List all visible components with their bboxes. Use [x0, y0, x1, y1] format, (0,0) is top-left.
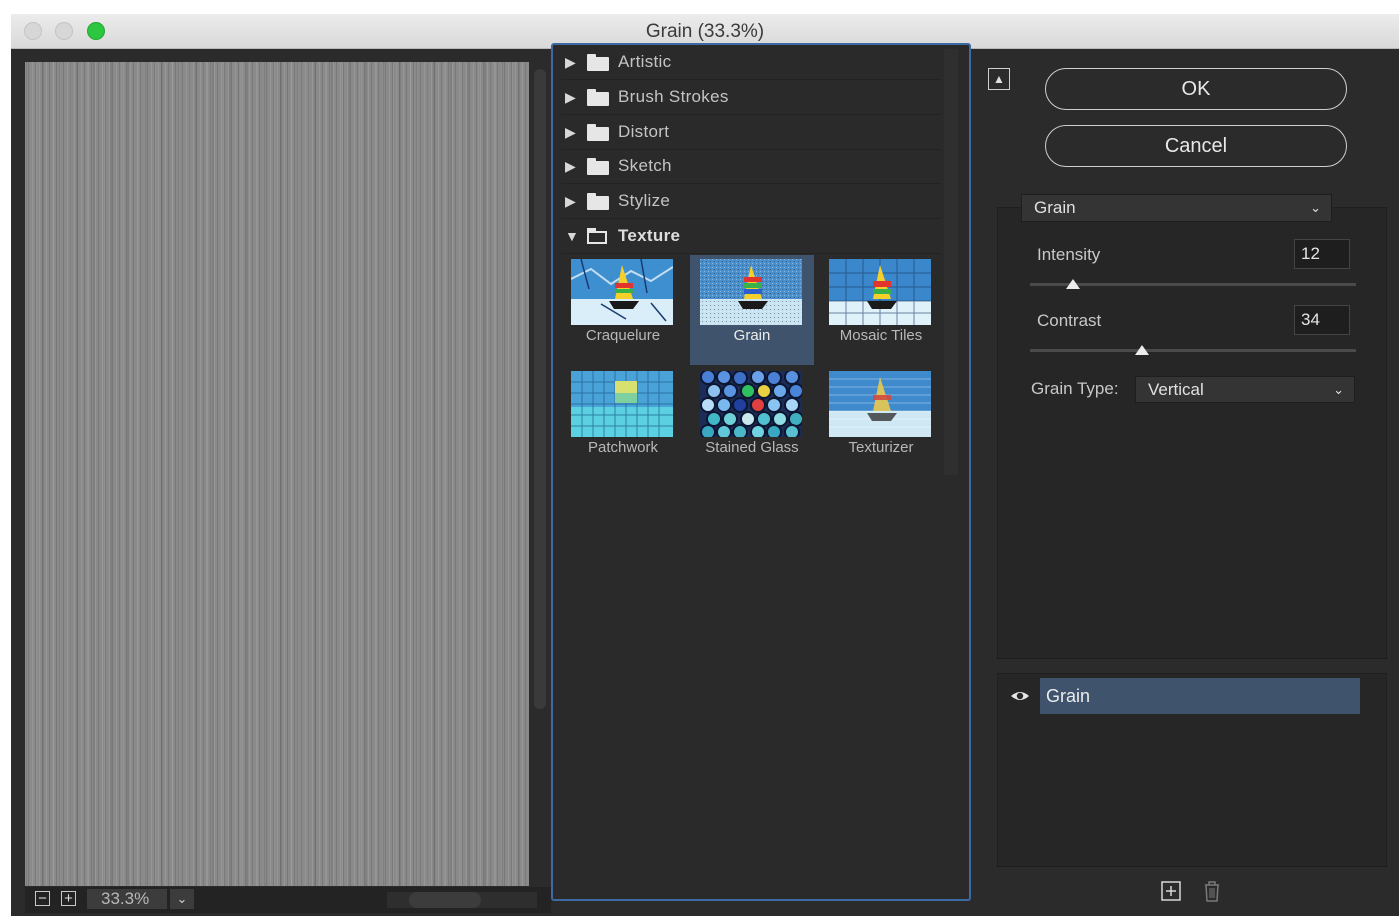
- category-label: Sketch: [618, 156, 672, 175]
- gallery-scroll-gutter: [944, 49, 958, 475]
- filter-thumb-grain[interactable]: Grain: [690, 255, 814, 365]
- grain-type-label: Grain Type:: [1031, 379, 1119, 398]
- cancel-button[interactable]: Cancel: [1045, 125, 1347, 167]
- filter-thumb-stained-glass[interactable]: Stained Glass: [690, 367, 814, 477]
- filter-select[interactable]: Grain ⌄: [1021, 194, 1332, 222]
- category-label: Texture: [618, 226, 681, 245]
- intensity-input[interactable]: 12: [1294, 239, 1350, 269]
- zoom-out-button[interactable]: −: [35, 891, 50, 906]
- filter-thumb-craquelure[interactable]: Craquelure: [561, 255, 685, 365]
- window-title: Grain (33.3%): [645, 21, 765, 42]
- preview-vertical-scrollbar[interactable]: [534, 69, 546, 709]
- filter-settings-panel: [997, 207, 1387, 659]
- filter-select-value: Grain: [1034, 198, 1076, 217]
- grain-type-select[interactable]: Vertical ⌄: [1135, 376, 1355, 403]
- folder-icon: [587, 54, 609, 71]
- new-effect-layer-icon[interactable]: [1161, 880, 1181, 902]
- category-brush-strokes[interactable]: ▶ Brush Strokes: [561, 80, 941, 115]
- grain-preview-image: [700, 259, 802, 325]
- folder-icon: [587, 193, 609, 210]
- category-label: Brush Strokes: [618, 87, 729, 106]
- preview-zoom-bar: − + 33.3% ⌄: [25, 887, 551, 913]
- contrast-label: Contrast: [1037, 311, 1102, 330]
- contrast-slider-track[interactable]: [1030, 349, 1356, 352]
- craquelure-preview-image: [571, 259, 673, 325]
- filter-thumb-patchwork[interactable]: Patchwork: [561, 367, 685, 477]
- chevron-down-icon[interactable]: ⌄: [170, 889, 194, 909]
- grain-type-value: Vertical: [1148, 380, 1204, 399]
- filter-thumb-texturizer[interactable]: Texturizer: [819, 367, 943, 477]
- contrast-slider-thumb[interactable]: [1135, 345, 1149, 355]
- collapse-up-icon[interactable]: ▲: [988, 68, 1010, 90]
- filter-gallery-panel: ▶ Artistic ▶ Brush Strokes ▶ Distort ▶ S…: [551, 43, 971, 901]
- patchwork-preview-image: [571, 371, 673, 437]
- trash-icon[interactable]: [1202, 880, 1222, 902]
- category-stylize[interactable]: ▶ Stylize: [561, 184, 941, 219]
- ok-button[interactable]: OK: [1045, 68, 1347, 110]
- collapse-arrow-icon: ▼: [565, 228, 579, 244]
- folder-icon: [587, 158, 609, 175]
- expand-arrow-icon: ▶: [565, 158, 576, 174]
- preview-image[interactable]: [25, 62, 529, 886]
- intensity-label: Intensity: [1037, 245, 1101, 264]
- horizontal-scroll-thumb[interactable]: [409, 892, 481, 908]
- intensity-slider-thumb[interactable]: [1066, 279, 1080, 289]
- stained-glass-preview-image: [700, 371, 802, 437]
- effect-layer-grain[interactable]: Grain: [1040, 678, 1360, 714]
- category-label: Distort: [618, 122, 670, 141]
- category-label: Stylize: [618, 191, 671, 210]
- category-texture[interactable]: ▼ Texture: [561, 219, 941, 254]
- filter-label: Mosaic Tiles: [839, 327, 923, 344]
- filter-label: Patchwork: [587, 439, 659, 456]
- zoom-in-button[interactable]: +: [61, 891, 76, 906]
- filter-label: Grain: [733, 327, 771, 344]
- chevron-down-icon: ⌄: [1333, 382, 1344, 397]
- preview-area: − + 33.3% ⌄: [11, 49, 551, 916]
- zoom-level-field[interactable]: 33.3%: [87, 889, 167, 909]
- expand-arrow-icon: ▶: [565, 124, 576, 140]
- expand-arrow-icon: ▶: [565, 193, 576, 209]
- filter-label: Stained Glass: [705, 439, 799, 456]
- expand-arrow-icon: ▶: [565, 54, 576, 70]
- category-artistic[interactable]: ▶ Artistic: [561, 45, 941, 80]
- contrast-input[interactable]: 34: [1294, 305, 1350, 335]
- category-distort[interactable]: ▶ Distort: [561, 115, 941, 150]
- folder-icon: [587, 89, 609, 106]
- eye-icon[interactable]: [1010, 688, 1030, 704]
- expand-arrow-icon: ▶: [565, 89, 576, 105]
- folder-open-icon: [587, 228, 609, 245]
- filter-thumb-mosaic-tiles[interactable]: Mosaic Tiles: [819, 255, 943, 365]
- texturizer-preview-image: [829, 371, 931, 437]
- chevron-down-icon: ⌄: [1310, 200, 1321, 215]
- category-label: Artistic: [618, 52, 672, 71]
- folder-icon: [587, 124, 609, 141]
- category-sketch[interactable]: ▶ Sketch: [561, 149, 941, 184]
- mosaic-tiles-preview-image: [829, 259, 931, 325]
- filter-label: Texturizer: [848, 439, 914, 456]
- filter-label: Craquelure: [585, 327, 661, 344]
